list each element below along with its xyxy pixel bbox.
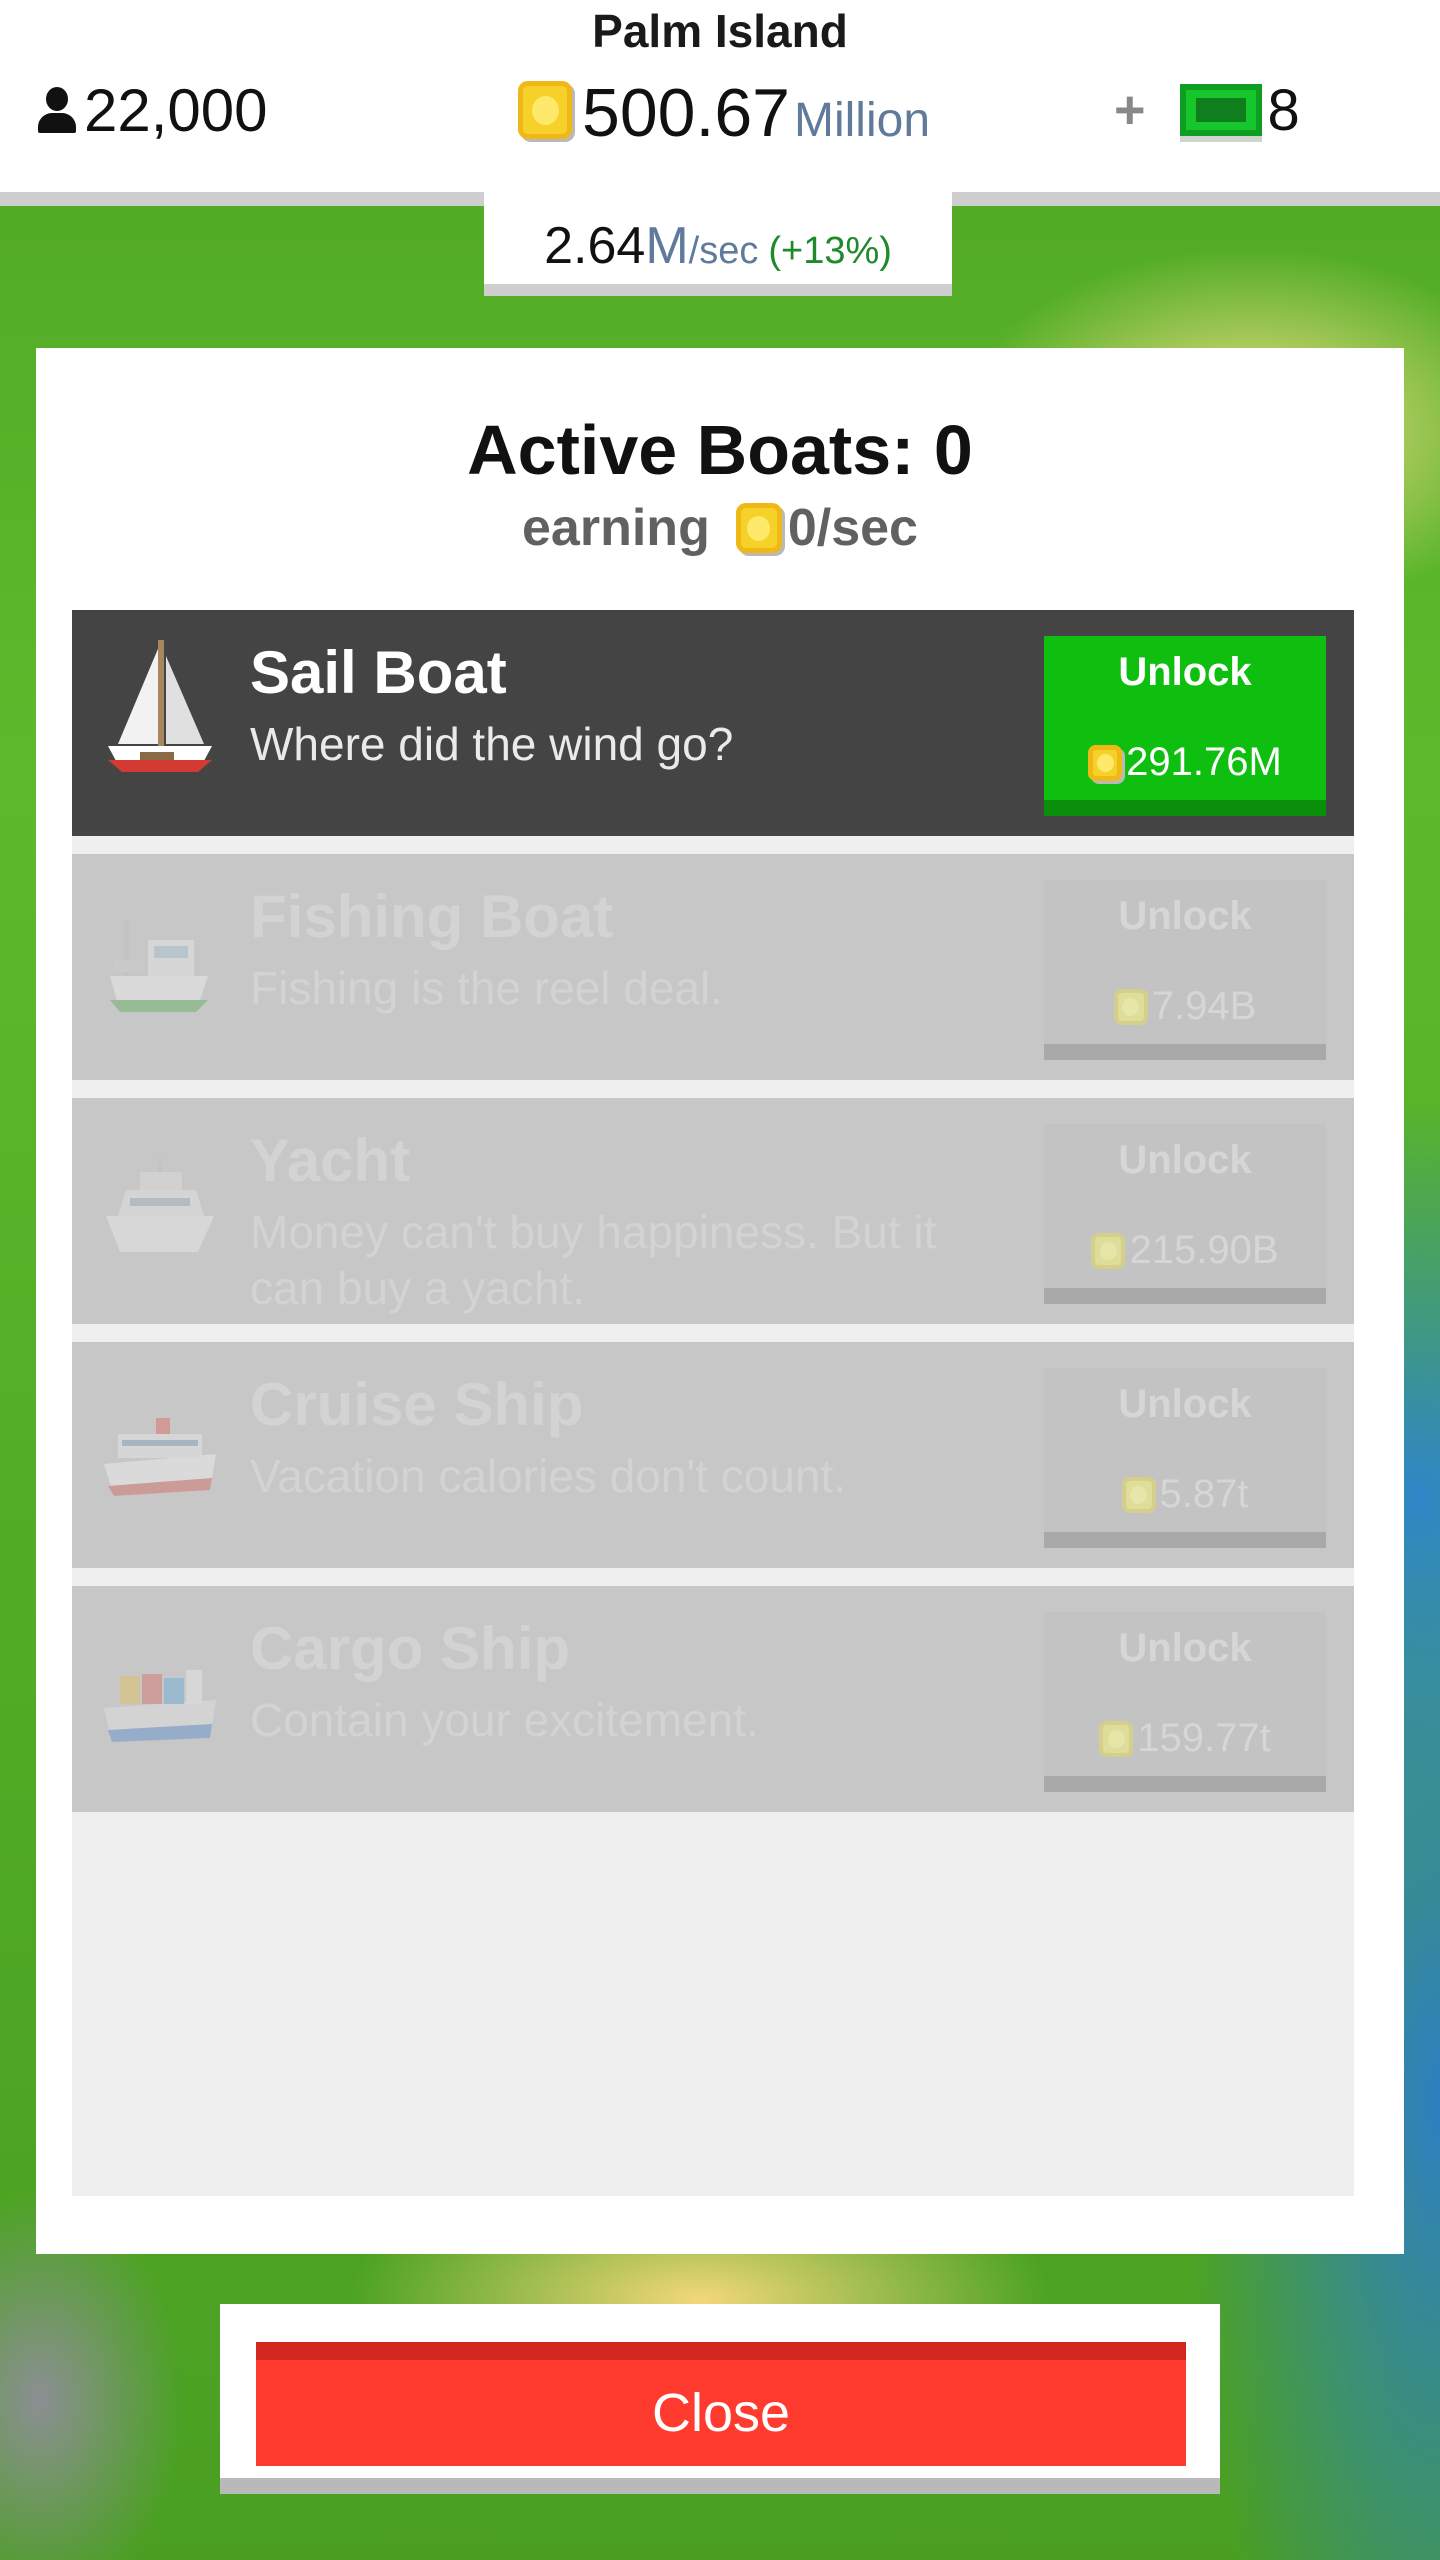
unlock-fishing-boat-button[interactable]: Unlock 7.94B — [1044, 880, 1326, 1060]
add-gems-button[interactable]: + — [1114, 79, 1146, 141]
coin-icon — [518, 81, 572, 139]
price-value: 5.87t — [1159, 1472, 1249, 1516]
gem-value: 8 — [1267, 77, 1300, 143]
boat-name: Fishing Boat — [250, 883, 614, 950]
boat-name: Cargo Ship — [250, 1615, 571, 1682]
price-value: 159.77t — [1137, 1716, 1271, 1760]
money-counter: 500.67 Million — [518, 74, 931, 151]
island-name: Palm Island — [592, 5, 848, 57]
rate-value: 2.64 — [544, 217, 646, 275]
boat-description: Vacation calories don't count. — [250, 1450, 847, 1502]
coin-icon — [1121, 1476, 1156, 1513]
unlock-cargo-ship-button[interactable]: Unlock 159.77t — [1044, 1612, 1326, 1792]
unlock-cruise-ship-button[interactable]: Unlock 5.87t — [1044, 1368, 1326, 1548]
boat-row-cruise-ship: Cruise Ship Vacation calories don't coun… — [72, 1342, 1354, 1568]
boat-name: Cruise Ship — [250, 1371, 584, 1438]
cruise-ship-icon — [104, 1418, 216, 1496]
cargo-ship-icon — [104, 1670, 216, 1742]
boat-description: Fishing is the reel deal. — [250, 962, 724, 1014]
sail-boat-icon — [108, 640, 212, 772]
rate-bonus: (+13%) — [768, 230, 892, 272]
unlock-label: Unlock — [1118, 1138, 1252, 1182]
unlock-label: Unlock — [1118, 650, 1252, 694]
boat-description: Where did the wind go? — [250, 718, 734, 770]
unlock-price: 159.77t — [1044, 1716, 1326, 1761]
fishing-boat-icon — [110, 920, 208, 1012]
gem-counter: + 8 — [1114, 77, 1300, 143]
earning-value: 0/sec — [787, 499, 918, 557]
coin-icon — [735, 503, 782, 553]
unlock-price: 215.90B — [1044, 1228, 1326, 1273]
boats-panel: Active Boats: 0 earning 0/sec Sail Boat … — [36, 348, 1404, 2254]
coin-icon — [1091, 1232, 1126, 1269]
unlock-price: 291.76M — [1044, 740, 1326, 785]
price-value: 215.90B — [1129, 1228, 1279, 1272]
boat-row-cargo-ship: Cargo Ship Contain your excitement. Unlo… — [72, 1586, 1354, 1812]
close-button[interactable]: Close — [256, 2342, 1186, 2466]
boat-name: Yacht — [250, 1127, 411, 1194]
unlock-label: Unlock — [1118, 894, 1252, 938]
coin-icon — [1088, 744, 1123, 781]
yacht-icon — [106, 1158, 214, 1252]
unlock-label: Unlock — [1118, 1626, 1252, 1670]
population-counter: 22,000 — [36, 76, 268, 144]
population-value: 22,000 — [84, 76, 268, 144]
boat-row-sail-boat: Sail Boat Where did the wind go? Unlock … — [72, 610, 1354, 836]
earning-line: earning 0/sec — [36, 498, 1404, 558]
panel-title: Active Boats: 0 — [467, 411, 973, 489]
boat-name: Sail Boat — [250, 639, 507, 706]
person-icon — [36, 87, 78, 133]
money-unit: Million — [793, 94, 931, 147]
rate-unit-m: M — [645, 217, 689, 275]
boat-description: Money can't buy happiness. But it can bu… — [250, 1206, 937, 1314]
unlock-label: Unlock — [1118, 1382, 1252, 1426]
unlock-price: 7.94B — [1044, 984, 1326, 1029]
price-value: 291.76M — [1126, 740, 1282, 784]
boat-description: Contain your excitement. — [250, 1694, 759, 1746]
rate-unit-s: /sec — [688, 230, 759, 272]
close-bar: Close — [220, 2304, 1220, 2494]
unlock-yacht-button[interactable]: Unlock 215.90B — [1044, 1124, 1326, 1304]
earning-label: earning — [522, 499, 710, 557]
income-rate: 2.64 M /sec (+13%) — [484, 192, 952, 296]
coin-icon — [1099, 1720, 1134, 1757]
boat-list: Sail Boat Where did the wind go? Unlock … — [72, 610, 1354, 2196]
coin-icon — [1113, 988, 1148, 1025]
unlock-price: 5.87t — [1044, 1472, 1326, 1517]
boat-row-yacht: Yacht Money can't buy happiness. But it … — [72, 1098, 1354, 1324]
price-value: 7.94B — [1151, 984, 1257, 1028]
money-value: 500.67 — [582, 75, 790, 151]
cash-icon — [1179, 84, 1262, 136]
unlock-sail-boat-button[interactable]: Unlock 291.76M — [1044, 636, 1326, 816]
top-hud: Palm Island 22,000 500.67 Million + 8 — [0, 0, 1440, 206]
boat-row-fishing-boat: Fishing Boat Fishing is the reel deal. U… — [72, 854, 1354, 1080]
